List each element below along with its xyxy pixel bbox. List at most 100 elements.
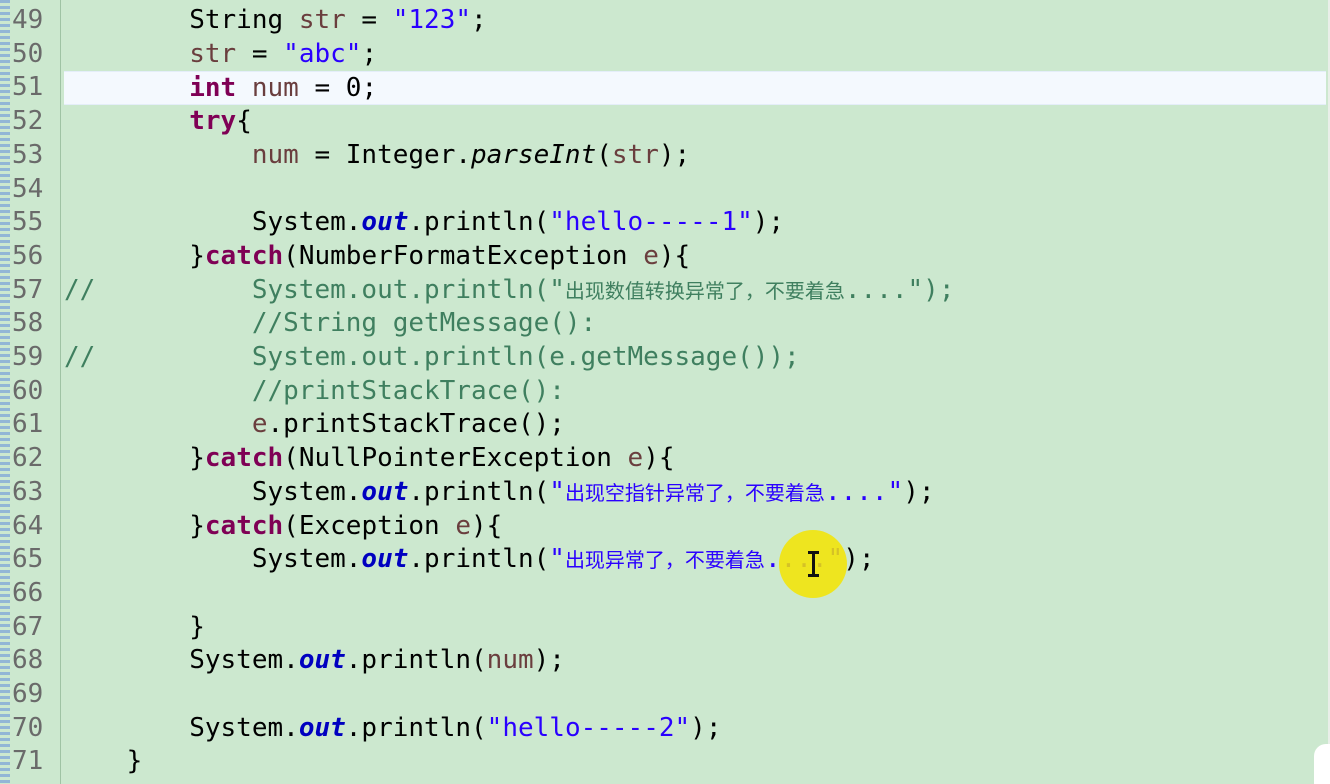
code-token: ); [903,476,935,507]
code-token: "hello-----1" [549,207,753,238]
code-line-area[interactable] [64,577,1326,611]
code-text[interactable]: // System.out.println(e.getMessage()); [64,341,800,375]
code-token: e [643,240,659,271]
code-line-area[interactable]: System.out.println("hello-----1"); [64,206,1326,240]
code-token: .printStackTrace(); [267,409,565,440]
code-line[interactable]: 51 int num = 0; [0,71,1328,106]
code-text[interactable]: System.out.println("出现异常了，不要着急...."); [64,543,875,578]
line-number: 57 [12,274,44,305]
code-token: ){ [643,443,675,474]
code-line-area[interactable]: System.out.println("hello-----2"); [64,712,1326,746]
line-number: 62 [12,443,44,474]
line-number: 52 [12,106,44,137]
code-token: = Integer. [298,139,471,170]
code-line[interactable]: 66 [0,577,1328,611]
code-line[interactable]: 63 System.out.println("出现空指针异常了，不要着急....… [0,476,1328,510]
code-token: 出现异常了，不要着急 [564,548,765,573]
code-line[interactable]: 65 System.out.println("出现异常了，不要着急...."); [0,543,1328,577]
code-line-area[interactable]: //String getMessage(): [64,307,1326,341]
code-text[interactable]: num = Integer.parseInt(str); [64,139,690,173]
code-text[interactable]: } [64,745,143,779]
code-line[interactable]: 61 e.printStackTrace(); [0,408,1328,442]
code-token: "abc" [283,38,362,69]
code-line[interactable]: 54 [0,173,1328,207]
code-line[interactable]: 69 [0,678,1328,712]
code-line[interactable]: 53 num = Integer.parseInt(str); [0,139,1328,173]
code-text[interactable]: System.out.println(num); [64,644,565,678]
code-line[interactable]: 68 System.out.println(num); [0,644,1328,678]
code-text[interactable]: int num = 0; [64,72,377,106]
code-token: (Exception [283,510,456,541]
code-text[interactable]: System.out.println("hello-----1"); [64,206,784,240]
code-line-area[interactable]: //printStackTrace(): [64,375,1326,409]
code-token: .println( [408,476,550,507]
code-text[interactable]: }catch(NumberFormatException e){ [64,240,690,274]
code-line-area[interactable]: System.out.println("出现空指针异常了，不要着急...."); [64,476,1326,510]
code-token: int [189,73,237,104]
code-line[interactable]: 64 }catch(Exception e){ [0,510,1328,544]
code-text[interactable]: str = "abc"; [64,38,377,72]
code-text[interactable]: //String getMessage(): [64,307,596,341]
code-line[interactable]: 57 // System.out.println("出现数值转换异常了，不要着急.… [0,274,1328,308]
code-token: System. [64,712,299,743]
code-line-area[interactable]: e.printStackTrace(); [64,408,1326,442]
code-token: " [549,544,565,575]
scrollbar-corner[interactable] [1314,744,1330,784]
code-line-area[interactable]: String str = "123"; [64,4,1326,38]
code-text[interactable]: System.out.println("出现空指针异常了，不要着急...."); [64,476,935,511]
code-line-area[interactable] [64,678,1326,712]
line-number: 58 [12,308,44,339]
code-line-area[interactable]: num = Integer.parseInt(str); [64,139,1326,173]
code-line-area[interactable]: try{ [64,105,1326,139]
code-line-area[interactable]: System.out.println(num); [64,644,1326,678]
line-number: 50 [12,38,44,69]
code-line-area[interactable]: // System.out.println("出现数值转换异常了，不要着急...… [64,274,1326,308]
code-token: 出现空指针异常了，不要着急 [564,480,825,505]
code-text[interactable]: //printStackTrace(): [64,375,565,409]
code-text[interactable]: // System.out.println("出现数值转换异常了，不要着急...… [64,274,954,309]
code-line[interactable]: 60 //printStackTrace(): [0,375,1328,409]
code-line[interactable]: 70 System.out.println("hello-----2"); [0,712,1328,746]
code-line-area[interactable]: }catch(NumberFormatException e){ [64,240,1326,274]
code-token: catch [204,443,284,474]
code-line-area[interactable]: }catch(Exception e){ [64,510,1326,544]
code-text[interactable]: System.out.println("hello-----2"); [64,712,721,746]
code-token: } [64,443,205,474]
code-line-area[interactable]: // System.out.println(e.getMessage()); [64,341,1326,375]
code-line[interactable]: 71 } [0,745,1328,779]
code-line-area[interactable]: System.out.println("出现异常了，不要着急...."); [64,543,1326,577]
code-text[interactable]: }catch(NullPointerException e){ [64,442,675,476]
code-token: out [361,476,409,507]
code-line[interactable]: 67 } [0,611,1328,645]
code-text[interactable]: e.printStackTrace(); [64,408,565,442]
code-line[interactable]: 59 // System.out.println(e.getMessage()); [0,341,1328,375]
code-text[interactable]: String str = "123"; [64,4,486,38]
code-token: out [361,207,409,238]
code-text[interactable]: } [64,611,205,645]
code-line-area[interactable]: } [64,611,1326,645]
code-line-area[interactable]: str = "abc"; [64,38,1326,72]
code-line-area[interactable]: int num = 0; [64,71,1326,106]
code-line[interactable]: 58 //String getMessage(): [0,307,1328,341]
code-token: ); [752,207,785,238]
code-line[interactable]: 49 String str = "123"; [0,4,1328,38]
code-token: ){ [658,240,691,271]
code-line-area[interactable]: } [64,745,1326,779]
code-line[interactable]: 50 str = "abc"; [0,38,1328,72]
code-editor[interactable]: 49 String str = "123"; 50 str = "abc"; 51 … [0,0,1330,784]
code-line-area[interactable]: }catch(NullPointerException e){ [64,442,1326,476]
code-line[interactable]: 55 System.out.println("hello-----1"); [0,206,1328,240]
code-line[interactable]: 52 try{ [0,105,1328,139]
code-token: System. [64,645,299,676]
code-text[interactable]: try{ [64,105,252,139]
code-text[interactable]: }catch(Exception e){ [64,510,502,544]
code-line[interactable]: 56 }catch(NumberFormatException e){ [0,240,1328,274]
code-token: //String getMessage(): [64,308,597,339]
code-token: " [549,476,565,507]
code-token: .println( [408,544,550,575]
code-line[interactable]: 62 }catch(NullPointerException e){ [0,442,1328,476]
code-token: out [361,544,409,575]
code-line-area[interactable] [64,173,1326,207]
line-number: 54 [12,173,44,204]
